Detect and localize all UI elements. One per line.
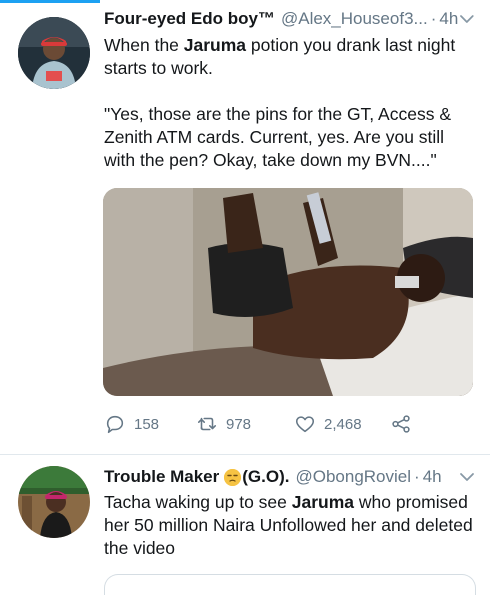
author-handle[interactable]: @Alex_Houseof3... (281, 9, 428, 29)
avatar[interactable] (18, 466, 90, 538)
tweet-paragraph: Tacha waking up to see Jaruma who promis… (104, 491, 476, 560)
like-icon (295, 416, 315, 433)
chevron-down-icon[interactable] (458, 10, 476, 28)
timestamp[interactable]: 4h (423, 467, 442, 487)
unamused-face-icon (224, 468, 242, 486)
bold-text: Jaruma (183, 35, 247, 55)
share-button[interactable] (390, 413, 412, 435)
tweet-paragraph: "Yes, those are the pins for the GT, Acc… (104, 104, 452, 170)
retweet-icon (197, 417, 217, 431)
like-count: 2,468 (324, 415, 362, 433)
like-button[interactable]: 2,468 (294, 413, 390, 435)
reply-button[interactable]: 158 (104, 413, 196, 435)
separator: · (430, 9, 437, 28)
tweet-paragraph: When the Jaruma potion you drank last ni… (104, 34, 476, 80)
active-tab-indicator (0, 0, 100, 3)
chevron-down-icon[interactable] (458, 468, 476, 486)
tweet-text: When the Jaruma potion you drank last ni… (104, 34, 476, 172)
avatar-image (18, 17, 90, 89)
text-span: When the (104, 35, 184, 55)
tweet-actions: 158 978 2,468 (104, 410, 434, 438)
tweet-header: Trouble Maker (G.O). @ObongRoviel · 4h (104, 465, 476, 489)
unamused-face-emoji (224, 468, 242, 486)
tweet-divider (0, 454, 490, 455)
text-span: Tacha waking up to see (104, 492, 292, 512)
avatar-image (18, 466, 90, 538)
reply-count: 158 (134, 415, 160, 433)
retweet-count: 978 (226, 415, 252, 433)
tweet-media-preview[interactable] (104, 574, 476, 595)
timestamp[interactable]: 4h (439, 9, 458, 29)
avatar[interactable] (18, 17, 90, 89)
separator: · (414, 467, 420, 486)
tweet-text: Tacha waking up to see Jaruma who promis… (104, 491, 476, 560)
reply-icon (106, 415, 124, 434)
tweet-header: Four-eyed Edo boy™ @Alex_Houseof3... · 4… (104, 7, 476, 31)
photo (103, 188, 473, 396)
author-name[interactable]: Four-eyed Edo boy™ (104, 9, 275, 29)
author-name[interactable]: Trouble Maker (104, 467, 219, 487)
author-name-suffix[interactable]: (G.O). (242, 467, 289, 487)
bold-text: Jaruma (291, 492, 355, 512)
tweet-media-photo[interactable] (103, 188, 473, 396)
retweet-button[interactable]: 978 (196, 413, 294, 435)
author-handle[interactable]: @ObongRoviel (295, 467, 411, 487)
share-icon (392, 415, 410, 433)
